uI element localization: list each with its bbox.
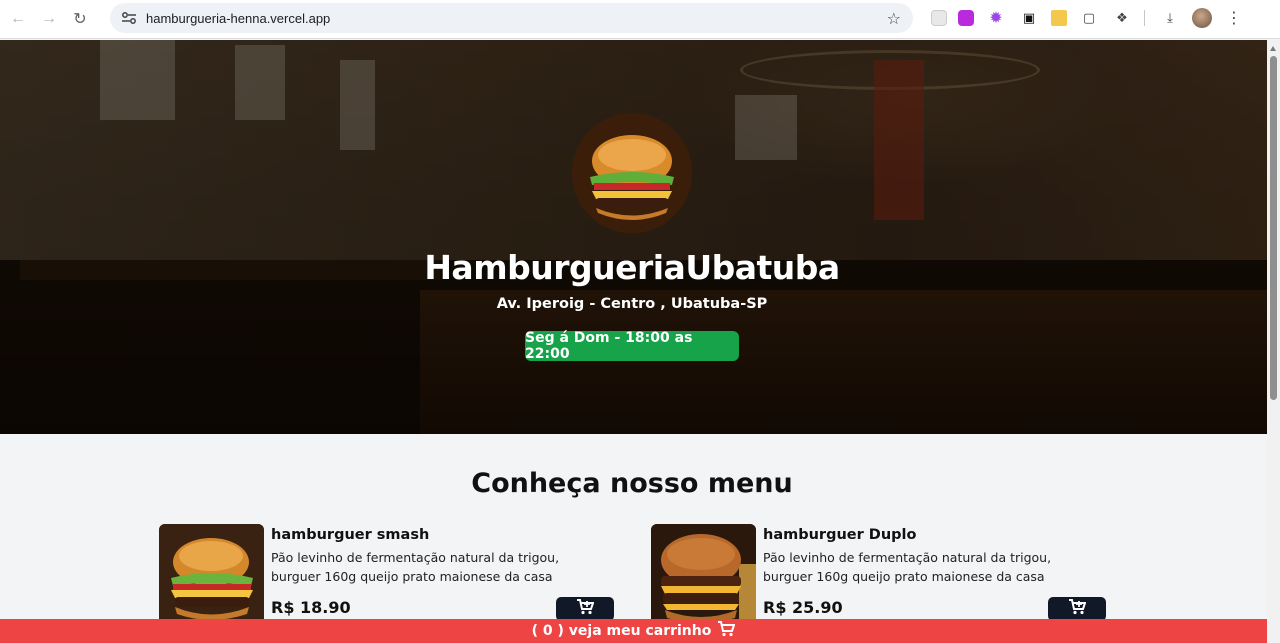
back-icon[interactable]: ← [5,6,31,32]
view-cart-button[interactable]: ( 0 ) veja meu carrinho [0,619,1267,643]
page-scrollbar[interactable] [1267,40,1280,643]
address-bar[interactable]: hamburgueria-henna.vercel.app ☆ [110,3,913,33]
tab-search-icon[interactable]: ▢ [1078,7,1100,29]
site-info-icon[interactable] [120,9,138,27]
profile-avatar[interactable] [1192,8,1212,28]
cart-bar-label: ( 0 ) veja meu carrinho [531,623,712,639]
puzzle-extensions-icon[interactable]: ❖ [1111,7,1133,29]
restaurant-address: Av. Iperoig - Centro , Ubatuba-SP [496,296,768,312]
extension-1-icon[interactable] [931,10,947,26]
cart-plus-icon [576,598,595,620]
extensions-bar: ✹ ▣ ▢ ❖ ⤓ ⋮ [928,7,1242,29]
scroll-up-icon[interactable] [1270,46,1276,51]
menu-item: hamburguer Duplo Pão levinho de fermenta… [651,524,1107,634]
menu-item-description: Pão levinho de fermentação natural da tr… [271,550,560,584]
extension-3-icon[interactable]: ✹ [985,7,1007,29]
page: HamburgueriaUbatuba Av. Iperoig - Centro… [0,40,1267,643]
extension-4-icon[interactable]: ▣ [1018,7,1040,29]
reload-icon[interactable]: ↻ [67,6,93,32]
hero-banner: HamburgueriaUbatuba Av. Iperoig - Centro… [0,40,1267,434]
extension-2-icon[interactable] [958,10,974,26]
burger-logo [572,113,692,233]
menu-item-price: R$ 25.90 [763,598,843,617]
add-to-cart-button[interactable] [556,597,614,621]
cart-plus-icon [1068,598,1087,620]
browser-toolbar: ← → ↻ hamburgueria-henna.vercel.app ☆ ✹ … [0,0,1280,39]
url-text: hamburgueria-henna.vercel.app [146,10,331,26]
menu-item-image [651,524,756,629]
menu-item-description: Pão levinho de fermentação natural da tr… [763,550,1052,584]
menu-item: hamburguer smash Pão levinho de fermenta… [159,524,615,634]
menu-item-image [159,524,264,629]
forward-icon[interactable]: → [36,6,62,32]
scrollbar-thumb[interactable] [1270,56,1277,400]
menu-item-price: R$ 18.90 [271,598,351,617]
download-icon[interactable]: ⤓ [1159,7,1181,29]
cart-icon [717,621,736,641]
toolbar-divider [1144,10,1145,26]
menu-heading: Conheça nosso menu [471,468,793,499]
menu-item-name: hamburguer smash [271,527,430,543]
menu-item-name: hamburguer Duplo [763,527,917,543]
opening-hours-badge: Seg á Dom - 18:00 as 22:00 [525,330,739,362]
add-to-cart-button[interactable] [1048,597,1106,621]
restaurant-title: HamburgueriaUbatuba [424,248,840,287]
hero-dark-overlay [0,40,1267,434]
bookmark-star-icon[interactable]: ☆ [887,9,901,29]
extension-5-icon[interactable] [1051,10,1067,26]
browser-menu-icon[interactable]: ⋮ [1226,8,1242,28]
